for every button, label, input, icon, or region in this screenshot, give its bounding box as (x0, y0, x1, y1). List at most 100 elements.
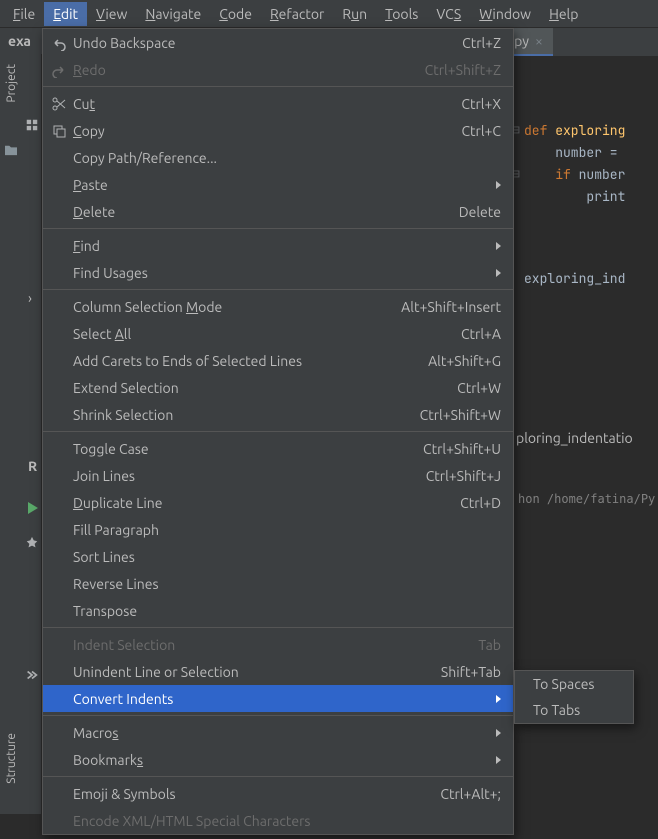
menu-separator (43, 627, 513, 628)
menu-shortcut: Ctrl+C (461, 123, 501, 139)
submenu-to-spaces[interactable]: To Spaces (515, 671, 633, 697)
menu-join-lines[interactable]: Join Lines Ctrl+Shift+J (43, 462, 513, 489)
chevron-double-icon[interactable] (25, 668, 39, 682)
menu-code[interactable]: Code (210, 2, 261, 26)
menu-view[interactable]: View (87, 2, 136, 26)
menu-file[interactable]: File (4, 2, 44, 26)
menu-label: Delete (73, 204, 459, 220)
menu-label: Unindent Line or Selection (73, 664, 441, 680)
menu-refactor[interactable]: Refactor (261, 2, 333, 26)
menu-label: Join Lines (73, 468, 426, 484)
menu-label: To Spaces (533, 676, 621, 692)
sidebar-tab-structure[interactable]: Structure (2, 723, 21, 794)
menu-shortcut: Ctrl+Shift+U (423, 441, 501, 457)
folder-icon (4, 144, 18, 156)
convert-indents-submenu: To Spaces To Tabs (514, 670, 634, 724)
menu-vcs[interactable]: VCS (427, 2, 470, 26)
menu-copy-path[interactable]: Copy Path/Reference... (43, 144, 513, 171)
menu-separator (43, 776, 513, 777)
chevron-right-icon (495, 725, 503, 741)
menu-label: To Tabs (533, 702, 621, 718)
menu-delete[interactable]: Delete Delete (43, 198, 513, 225)
menu-label: Find (73, 238, 501, 254)
close-icon[interactable]: × (535, 33, 543, 49)
chevron-right-icon (495, 177, 503, 193)
redo-icon (51, 62, 67, 78)
menu-toggle-case[interactable]: Toggle Case Ctrl+Shift+U (43, 435, 513, 462)
menu-shrink-selection[interactable]: Shrink Selection Ctrl+Shift+W (43, 401, 513, 428)
menu-indent-selection: Indent Selection Tab (43, 631, 513, 658)
menu-help[interactable]: Help (540, 2, 587, 26)
run-tool-letter[interactable]: R (28, 458, 37, 474)
edit-dropdown: Undo Backspace Ctrl+Z Redo Ctrl+Shift+Z … (42, 28, 514, 835)
menu-find-usages[interactable]: Find Usages (43, 259, 513, 286)
menu-undo[interactable]: Undo Backspace Ctrl+Z (43, 29, 513, 56)
menu-paste[interactable]: Paste (43, 171, 513, 198)
menu-shortcut: Delete (459, 204, 501, 220)
menu-shortcut: Ctrl+Shift+J (426, 468, 501, 484)
menu-shortcut: Ctrl+Shift+W (420, 407, 501, 423)
menu-sort-lines[interactable]: Sort Lines (43, 543, 513, 570)
menu-emoji[interactable]: Emoji & Symbols Ctrl+Alt+; (43, 780, 513, 807)
menu-convert-indents[interactable]: Convert Indents (43, 685, 513, 712)
play-icon[interactable] (28, 502, 38, 514)
menu-edit[interactable]: Edit (44, 2, 87, 26)
menu-shortcut: Ctrl+Shift+Z (425, 62, 501, 78)
project-pane: › R (22, 54, 42, 814)
chevron-right-icon[interactable]: › (28, 290, 32, 306)
menu-reverse-lines[interactable]: Reverse Lines (43, 570, 513, 597)
submenu-to-tabs[interactable]: To Tabs (515, 697, 633, 723)
tool-icon[interactable] (25, 536, 39, 550)
menu-run[interactable]: Run (333, 2, 376, 26)
menu-shortcut: Ctrl+A (461, 326, 501, 342)
menu-bookmarks[interactable]: Bookmarks (43, 746, 513, 773)
sidebar-left: Project Structure (0, 54, 22, 814)
menu-navigate[interactable]: Navigate (136, 2, 210, 26)
sidebar-tab-project[interactable]: Project (2, 54, 21, 113)
menu-macros[interactable]: Macros (43, 719, 513, 746)
run-tool-title: ploring_indentatio (516, 430, 633, 446)
menu-duplicate-line[interactable]: Duplicate Line Ctrl+D (43, 489, 513, 516)
code-line: def exploring (524, 120, 658, 142)
menu-unindent[interactable]: Unindent Line or Selection Shift+Tab (43, 658, 513, 685)
chevron-right-icon (495, 752, 503, 768)
menu-tools[interactable]: Tools (376, 2, 427, 26)
menu-label: Shrink Selection (73, 407, 420, 423)
switcher-icon[interactable] (25, 118, 39, 132)
menu-select-all[interactable]: Select All Ctrl+A (43, 320, 513, 347)
menu-find[interactable]: Find (43, 232, 513, 259)
menu-label: Toggle Case (73, 441, 423, 457)
chevron-right-icon (495, 265, 503, 281)
code-line: print (524, 186, 658, 208)
menu-label: Select All (73, 326, 461, 342)
menu-shortcut: Ctrl+D (460, 495, 501, 511)
menu-shortcut: Alt+Shift+Insert (401, 299, 501, 315)
menu-label: Macros (73, 725, 501, 741)
editor[interactable]: ⊟ ⊟ def exploring number = if number pri… (514, 120, 658, 290)
menu-label: Copy Path/Reference... (73, 150, 501, 166)
menu-encode-xml: Encode XML/HTML Special Characters (43, 807, 513, 834)
menu-shortcut: Ctrl+Z (462, 35, 501, 51)
menu-label: Copy (73, 123, 461, 139)
menu-label: Fill Paragraph (73, 522, 501, 538)
menu-separator (43, 228, 513, 229)
menu-label: Redo (73, 62, 425, 78)
menu-cut[interactable]: Cut Ctrl+X (43, 90, 513, 117)
menu-label: Cut (73, 96, 461, 112)
menu-shortcut: Ctrl+X (461, 96, 501, 112)
menu-fill-paragraph[interactable]: Fill Paragraph (43, 516, 513, 543)
menu-label: Bookmarks (73, 752, 501, 768)
menu-transpose[interactable]: Transpose (43, 597, 513, 624)
menu-label: Paste (73, 177, 501, 193)
code-line: exploring_ind (524, 268, 658, 290)
menu-redo: Redo Ctrl+Shift+Z (43, 56, 513, 83)
menu-separator (43, 289, 513, 290)
menu-label: Undo Backspace (73, 35, 462, 51)
menu-extend-selection[interactable]: Extend Selection Ctrl+W (43, 374, 513, 401)
menu-column-selection[interactable]: Column Selection Mode Alt+Shift+Insert (43, 293, 513, 320)
menu-copy[interactable]: Copy Ctrl+C (43, 117, 513, 144)
code-line: number = (524, 142, 658, 164)
code-line: if number (524, 164, 658, 186)
menu-window[interactable]: Window (470, 2, 540, 26)
menu-add-carets[interactable]: Add Carets to Ends of Selected Lines Alt… (43, 347, 513, 374)
